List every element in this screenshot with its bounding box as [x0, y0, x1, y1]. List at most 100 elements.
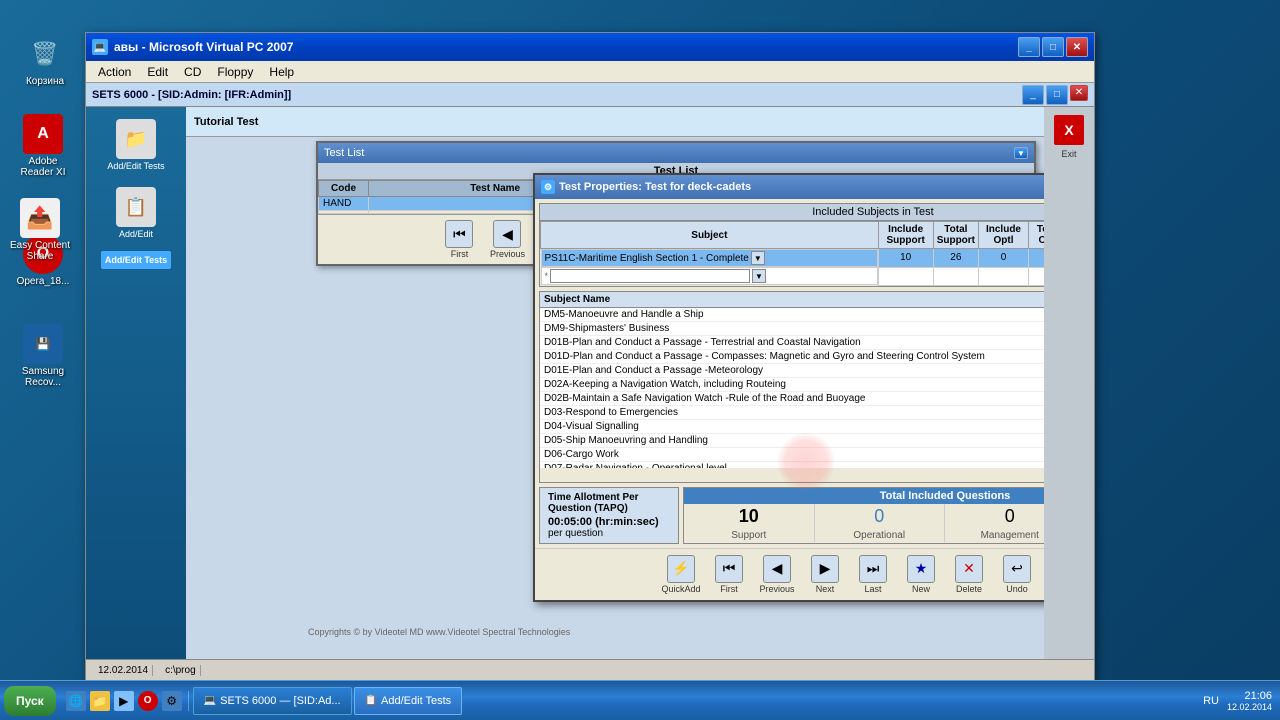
status-path: c:\prog — [161, 665, 201, 676]
subject-list-item[interactable]: D01B-Plan and Conduct a Passage - Terres… — [540, 335, 1044, 349]
subject-list-name: D03-Respond to Emergencies — [540, 405, 1044, 419]
sets-header: SETS 6000 - [SID:Admin: [IFR:Admin]] _ □… — [86, 83, 1094, 107]
subject-dropdown-btn[interactable]: ▼ — [751, 251, 765, 265]
inc-support-val: 10 — [878, 249, 933, 268]
maximize-button[interactable]: □ — [1042, 37, 1064, 57]
easycontent-label: Easy Content Share — [9, 240, 71, 262]
sidebar-addedit-icon[interactable]: 📋 Add/Edit — [106, 183, 166, 243]
sets-close[interactable]: ✕ — [1070, 85, 1088, 101]
totals-values: 10 0 0 10 — [684, 504, 1044, 529]
subject-list-item[interactable]: D05-Ship Manoeuvring and HandlingVIDTLM1… — [540, 433, 1044, 447]
test-props-title: Test Properties: Test for deck-cadets — [559, 181, 751, 193]
next-button[interactable]: ▶ Next — [805, 555, 845, 594]
subject-row[interactable]: PS11C-Maritime English Section 1 - Compl… — [541, 249, 1045, 268]
subject-list-item[interactable]: DM5-Manoeuvre and Handle a ShipVIDTLGBGW… — [540, 308, 1044, 322]
quickadd-button[interactable]: ⚡ QuickAdd — [661, 555, 701, 594]
first-icon: ⏮ — [715, 555, 743, 583]
tapq-box: Time Allotment Per Question (TAPQ) 00:05… — [539, 487, 679, 544]
first-button[interactable]: ⏮ First — [709, 555, 749, 594]
test-list-window: Test List ▼ Test List — [316, 141, 1036, 266]
subject-input[interactable] — [550, 269, 750, 283]
taskbar-sets[interactable]: 💻 SETS 6000 — [SID:Ad... — [193, 687, 352, 715]
addedit-button[interactable]: Add/Edit Tests — [101, 251, 171, 269]
inc-optl-val: 0 — [979, 249, 1029, 268]
th-subject: Subject — [541, 222, 879, 249]
subjects-header: Included Subjects in Test — [540, 204, 1044, 221]
delete-icon: ✕ — [955, 555, 983, 583]
desktop-icon-recycle[interactable]: 🗑️ Корзина — [10, 30, 80, 91]
sets-main: ETS6000 the Test allows you with Subject… — [186, 137, 1044, 659]
subject-list: DM5-Manoeuvre and Handle a ShipVIDTLGBGW… — [540, 308, 1044, 468]
test-list-close[interactable]: ▼ — [1014, 147, 1028, 159]
close-button[interactable]: ✕ — [1066, 37, 1088, 57]
undo-button[interactable]: ↩ Undo — [997, 555, 1037, 594]
main-content-area: Tutorial Test ETS6000 the Test allows yo… — [186, 107, 1044, 659]
quick-ie[interactable]: 🌐 — [66, 691, 86, 711]
exit-label: Exit — [1061, 149, 1076, 159]
subject-name: PS11C-Maritime English Section 1 - Compl… — [545, 253, 749, 264]
quick-settings[interactable]: ⚙ — [162, 691, 182, 711]
desktop-icon-adobe[interactable]: A Adobe Reader XI — [8, 110, 78, 182]
virtual-pc-window: 💻 авы - Microsoft Virtual PC 2007 _ □ ✕ … — [85, 32, 1095, 682]
taskbar-addedit[interactable]: 📋 Add/Edit Tests — [354, 687, 463, 715]
col-code: Code — [319, 181, 369, 197]
row-code: HAND — [319, 197, 369, 211]
exit-x-button[interactable]: X — [1054, 115, 1084, 145]
addedit-img: 📋 — [116, 187, 156, 227]
start-button[interactable]: Пуск — [4, 686, 56, 716]
panel-layout: 📁 Add/Edit Tests 📋 Add/Edit Add/Edit Tes… — [86, 107, 1094, 659]
subject-new-dropdown[interactable]: ▼ — [752, 269, 766, 283]
subject-list-item[interactable]: D01D-Plan and Conduct a Passage - Compas… — [540, 349, 1044, 363]
subject-edit-row[interactable]: * ▼ — [541, 267, 1045, 285]
delete-button[interactable]: ✕ Delete — [949, 555, 989, 594]
subject-list-item[interactable]: DM9-Shipmasters' BusinessVIDTL2MBA11MG0Q — [540, 321, 1044, 335]
desktop-icon-samsung[interactable]: 💾 Samsung Recov... — [8, 320, 78, 392]
subject-list-item[interactable]: D04-Visual SignallingSET010000000009 — [540, 419, 1044, 433]
th-include-optl: Include Optl — [979, 222, 1029, 249]
quick-folder[interactable]: 📁 — [90, 691, 110, 711]
desktop-icon-easycontent[interactable]: 📤 Easy Content Share — [5, 194, 75, 266]
quickadd-label: QuickAdd — [661, 584, 700, 594]
menu-floppy[interactable]: Floppy — [209, 63, 261, 81]
subject-name-col-header: Subject Name — [540, 292, 1044, 307]
folder-img: 📁 — [116, 119, 156, 159]
quick-opera[interactable]: O — [138, 691, 158, 711]
bottom-totals: Time Allotment Per Question (TAPQ) 00:05… — [539, 487, 1044, 544]
sidebar-folder-icon[interactable]: 📁 Add/Edit Tests — [106, 115, 166, 175]
menu-cd[interactable]: CD — [176, 63, 209, 81]
props-toolbar: ⚡ QuickAdd ⏮ First ◀ Pre — [535, 548, 1044, 600]
new-row-marker: * — [545, 271, 549, 281]
test-list-controls: ▼ — [1014, 147, 1028, 159]
subject-list-item[interactable]: D02A-Keeping a Navigation Watch, includi… — [540, 377, 1044, 391]
subject-list-item[interactable]: D01E-Plan and Conduct a Passage -Meteoro… — [540, 363, 1044, 377]
app-title: авы - Microsoft Virtual PC 2007 — [114, 40, 293, 54]
menu-action[interactable]: Action — [90, 63, 139, 81]
support-label: Support — [684, 529, 815, 542]
previous-button[interactable]: ◀ Previous — [757, 555, 797, 594]
menu-bar: Action Edit CD Floppy Help — [86, 61, 1094, 83]
test-list-title: Test List — [324, 147, 364, 159]
tapq-label: Time Allotment Per Question (TAPQ) — [548, 492, 670, 514]
at-prev-button[interactable]: ◀ Previous — [487, 220, 527, 259]
edit-inc-support — [878, 267, 933, 285]
subject-list-item[interactable]: D06-Cargo WorkVIDTLA2WDF73GL7 — [540, 447, 1044, 461]
sets-minimize[interactable]: _ — [1022, 85, 1044, 105]
last-button[interactable]: ⏭ Last — [853, 555, 893, 594]
at-first-button[interactable]: ⏮ First — [439, 220, 479, 259]
sets-maximize[interactable]: □ — [1046, 85, 1068, 105]
new-button[interactable]: ★ New — [901, 555, 941, 594]
subjects-table-container: Subject Include Support Total Support In… — [540, 221, 1044, 286]
taskbar-sets-label: SETS 6000 — [SID:Ad... — [220, 695, 340, 707]
subject-edit-cell: * ▼ — [541, 267, 878, 285]
first-label: First — [720, 584, 738, 594]
quick-media[interactable]: ▶ — [114, 691, 134, 711]
menu-help[interactable]: Help — [261, 63, 302, 81]
subject-list-item[interactable]: D02B-Maintain a Safe Navigation Watch -R… — [540, 391, 1044, 405]
operational-val: 0 — [815, 504, 946, 529]
taskbar-items: 💻 SETS 6000 — [SID:Ad... 📋 Add/Edit Test… — [193, 687, 1199, 715]
subject-list-item[interactable]: D03-Respond to EmergenciesVIDTL49NVS0R79… — [540, 405, 1044, 419]
menu-edit[interactable]: Edit — [139, 63, 176, 81]
tot-support-val: 26 — [933, 249, 978, 268]
minimize-button[interactable]: _ — [1018, 37, 1040, 57]
sets-controls: _ □ ✕ — [1022, 85, 1088, 105]
